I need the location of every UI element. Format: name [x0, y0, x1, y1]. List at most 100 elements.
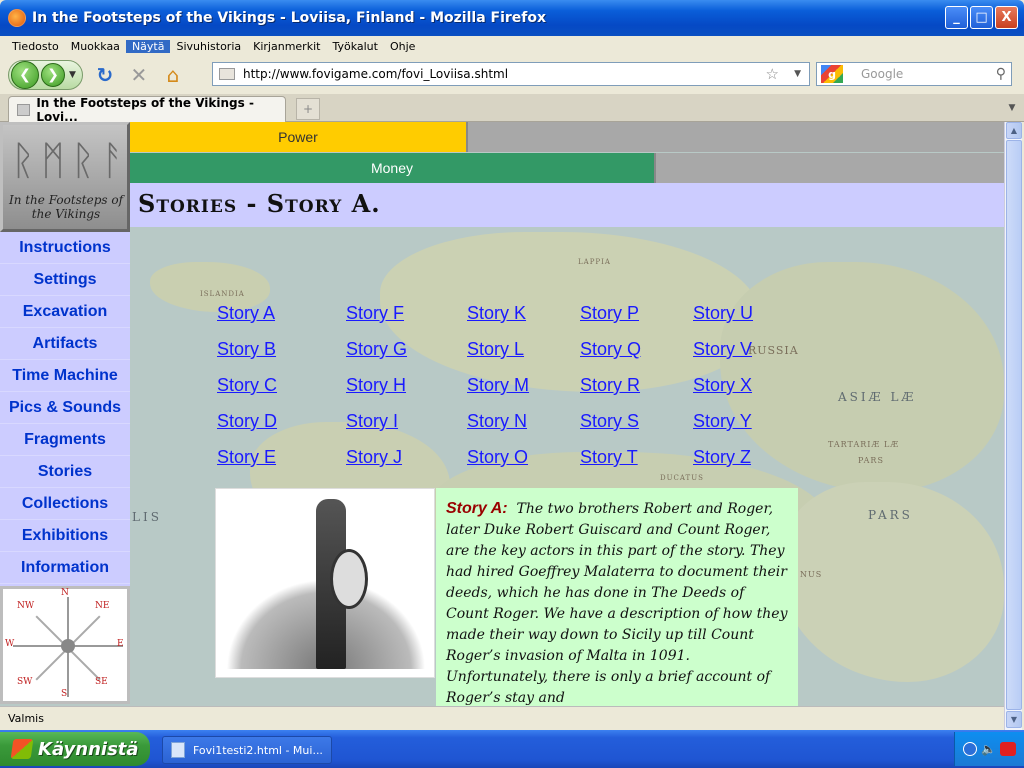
- story-link-h[interactable]: Story H: [346, 375, 406, 396]
- window-title: In the Footsteps of the Vikings - Loviis…: [32, 10, 547, 26]
- history-dropdown-icon[interactable]: ▼: [69, 70, 76, 80]
- story-link-a[interactable]: Story A: [217, 303, 275, 324]
- menu-nayta[interactable]: Näytä: [125, 39, 171, 53]
- sidebar-item-excavation[interactable]: Excavation: [0, 296, 130, 328]
- sidebar-item-stories[interactable]: Stories: [0, 456, 130, 488]
- sidebar-item-pics-sounds[interactable]: Pics & Sounds: [0, 392, 130, 424]
- home-icon[interactable]: ⌂: [161, 63, 185, 87]
- power-bar-track: [466, 122, 1004, 152]
- sidebar-item-time-machine[interactable]: Time Machine: [0, 360, 130, 392]
- site-favicon: [219, 68, 235, 80]
- story-link-t[interactable]: Story T: [580, 447, 638, 468]
- story-link-l[interactable]: Story L: [467, 339, 524, 360]
- taskbar-item[interactable]: Fovi1testi2.html - Mui...: [162, 736, 332, 764]
- story-link-s[interactable]: Story S: [580, 411, 639, 432]
- story-link-u[interactable]: Story U: [693, 303, 753, 324]
- map-label-islandia: ISLANDIA: [200, 290, 245, 298]
- sidebar-item-information[interactable]: Information: [0, 552, 130, 584]
- menu-kirjanmerkit[interactable]: Kirjanmerkit: [247, 40, 326, 53]
- sidebar-item-collections[interactable]: Collections: [0, 488, 130, 520]
- minimize-button[interactable]: _: [945, 6, 968, 29]
- story-link-j[interactable]: Story J: [346, 447, 402, 468]
- scroll-up-icon[interactable]: ▲: [1006, 122, 1022, 139]
- tab-bar: In the Footsteps of the Vikings - Lovi..…: [0, 94, 1024, 124]
- url-dropdown-icon[interactable]: ▼: [794, 69, 801, 79]
- story-link-f[interactable]: Story F: [346, 303, 404, 324]
- story-link-y[interactable]: Story Y: [693, 411, 752, 432]
- sidebar-item-exhibitions[interactable]: Exhibitions: [0, 520, 130, 552]
- tray-arrow-icon[interactable]: [963, 742, 978, 756]
- menu-ohje[interactable]: Ohje: [384, 40, 421, 53]
- new-tab-button[interactable]: +: [296, 98, 320, 120]
- menu-muokkaa[interactable]: Muokkaa: [65, 40, 126, 53]
- maximize-button[interactable]: □: [970, 6, 993, 29]
- search-bar[interactable]: g Google ⚲: [816, 62, 1012, 86]
- story-link-m[interactable]: Story M: [467, 375, 529, 396]
- start-button[interactable]: Käynnistä: [0, 732, 150, 766]
- story-link-d[interactable]: Story D: [217, 411, 277, 432]
- sidebar-item-instructions[interactable]: Instructions: [0, 232, 130, 264]
- close-button[interactable]: X: [995, 6, 1018, 29]
- power-bar: Power: [130, 122, 466, 152]
- story-link-c[interactable]: Story C: [217, 375, 277, 396]
- viking-shield: [330, 549, 368, 609]
- search-placeholder[interactable]: Google: [861, 67, 903, 81]
- menu-bar: Tiedosto Muokkaa Näytä Sivuhistoria Kirj…: [0, 36, 1024, 56]
- story-link-b[interactable]: Story B: [217, 339, 276, 360]
- compass-w: W: [5, 639, 15, 649]
- taskbar-item-label: Fovi1testi2.html - Mui...: [193, 743, 323, 757]
- story-link-r[interactable]: Story R: [580, 375, 640, 396]
- back-arrow-icon[interactable]: ❮: [11, 61, 39, 89]
- story-link-e[interactable]: Story E: [217, 447, 276, 468]
- bookmark-star-icon[interactable]: ☆: [766, 65, 779, 83]
- story-link-v[interactable]: Story V: [693, 339, 752, 360]
- tab-title: In the Footsteps of the Vikings - Lovi..…: [36, 95, 254, 124]
- reload-icon[interactable]: ↻: [93, 63, 117, 87]
- page-title: Stories - Story A.: [138, 189, 381, 218]
- start-label: Käynnistä: [38, 738, 139, 760]
- sidebar-item-settings[interactable]: Settings: [0, 264, 130, 296]
- viking-illustration: [215, 488, 435, 678]
- map-label-lappia: LAPPIA: [578, 258, 611, 266]
- story-link-x[interactable]: Story X: [693, 375, 752, 396]
- menu-tyokalut[interactable]: Työkalut: [326, 40, 384, 53]
- story-link-o[interactable]: Story O: [467, 447, 528, 468]
- navigation-toolbar: ❮ ❯ ▼ ↻ ✕ ⌂ http://www.fovigame.com/fovi…: [0, 56, 1024, 94]
- speaker-icon[interactable]: 🔈: [981, 742, 996, 756]
- google-engine-icon[interactable]: g: [821, 65, 843, 83]
- story-link-k[interactable]: Story K: [467, 303, 526, 324]
- tab-active[interactable]: In the Footsteps of the Vikings - Lovi..…: [8, 95, 286, 124]
- story-link-z[interactable]: Story Z: [693, 447, 751, 468]
- compass-e: E: [117, 639, 124, 649]
- firefox-icon: [8, 9, 26, 27]
- menu-sivuhistoria[interactable]: Sivuhistoria: [170, 40, 247, 53]
- back-forward-group: ❮ ❯ ▼: [8, 60, 83, 90]
- stop-icon[interactable]: ✕: [127, 63, 151, 87]
- story-link-p[interactable]: Story P: [580, 303, 639, 324]
- story-paragraph: Story A: The two brothers Robert and Rog…: [446, 498, 788, 706]
- sidebar-nav: Instructions Settings Excavation Artifac…: [0, 232, 130, 586]
- map-label-pars-small: PARS: [858, 456, 884, 465]
- story-link-g[interactable]: Story G: [346, 339, 407, 360]
- sidebar-item-artifacts[interactable]: Artifacts: [0, 328, 130, 360]
- scroll-down-icon[interactable]: ▼: [1006, 711, 1022, 728]
- story-link-n[interactable]: Story N: [467, 411, 527, 432]
- forward-arrow-icon[interactable]: ❯: [41, 63, 65, 87]
- map-label-tartaria: TARTARIÆ LÆ: [828, 440, 900, 449]
- antivirus-icon[interactable]: [999, 742, 1016, 756]
- story-link-q[interactable]: Story Q: [580, 339, 641, 360]
- status-text: Valmis: [8, 712, 44, 725]
- url-text[interactable]: http://www.fovigame.com/fovi_Loviisa.sht…: [243, 67, 508, 81]
- sidebar-item-fragments[interactable]: Fragments: [0, 424, 130, 456]
- scroll-thumb[interactable]: [1006, 140, 1022, 710]
- search-icon[interactable]: ⚲: [996, 66, 1006, 82]
- page-viewport: ISLANDIA LAPPIA RUSSIA ASIÆ LÆ TARTARIÆ …: [0, 122, 1004, 706]
- taskbar: Käynnistä Fovi1testi2.html - Mui... 🔈: [0, 730, 1024, 768]
- site-logo[interactable]: ᚱᛗᚱᚨ In the Footsteps of the Vikings: [0, 122, 130, 232]
- vertical-scrollbar[interactable]: ▲ ▼: [1004, 122, 1022, 730]
- story-link-i[interactable]: Story I: [346, 411, 398, 432]
- menu-tiedosto[interactable]: Tiedosto: [6, 40, 65, 53]
- url-bar[interactable]: http://www.fovigame.com/fovi_Loviisa.sht…: [212, 62, 810, 86]
- tab-list-dropdown-icon[interactable]: ▼: [1004, 98, 1020, 118]
- map-label-lis: LIS: [132, 510, 162, 524]
